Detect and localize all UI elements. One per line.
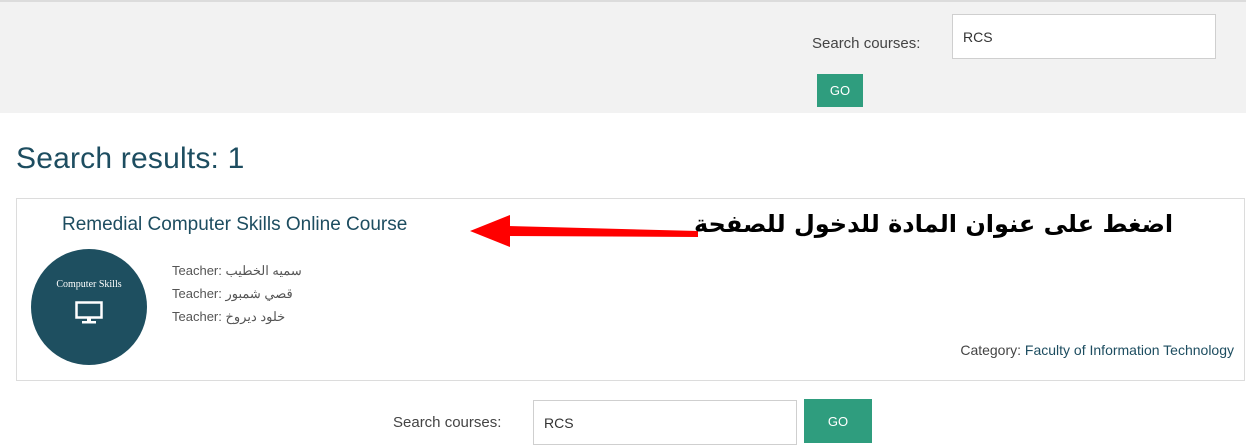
search-courses-label: Search courses: (812, 35, 921, 52)
bottom-go-button[interactable]: GO (804, 399, 872, 443)
course-title-link[interactable]: Remedial Computer Skills Online Course (62, 214, 407, 236)
go-button[interactable]: GO (817, 74, 863, 107)
red-arrow-icon (470, 215, 698, 247)
teacher-item: Teacher: قصي شمبور (172, 286, 293, 301)
course-category: Category: Faculty of Information Technol… (960, 342, 1234, 358)
course-image-label: Computer Skills (56, 279, 122, 290)
search-courses-input[interactable] (952, 14, 1216, 59)
bottom-search-courses-input[interactable] (533, 400, 797, 445)
monitor-icon (75, 301, 103, 324)
bottom-search-courses-label: Search courses: (393, 414, 502, 431)
teacher-item: Teacher: خلود ديروخ (172, 309, 286, 324)
search-results-heading: Search results: 1 (16, 142, 245, 175)
course-image[interactable]: Computer Skills (31, 249, 147, 365)
top-search-bar: Search courses: GO (0, 0, 1246, 113)
category-label: Category: (960, 342, 1022, 358)
teacher-list: Teacher: سميه الخطيب Teacher: قصي شمبور … (172, 259, 302, 328)
teacher-item: Teacher: سميه الخطيب (172, 263, 302, 278)
category-link[interactable]: Faculty of Information Technology (1025, 342, 1234, 358)
instruction-annotation: اضغط على عنوان المادة للدخول للصفحة (694, 210, 1174, 238)
